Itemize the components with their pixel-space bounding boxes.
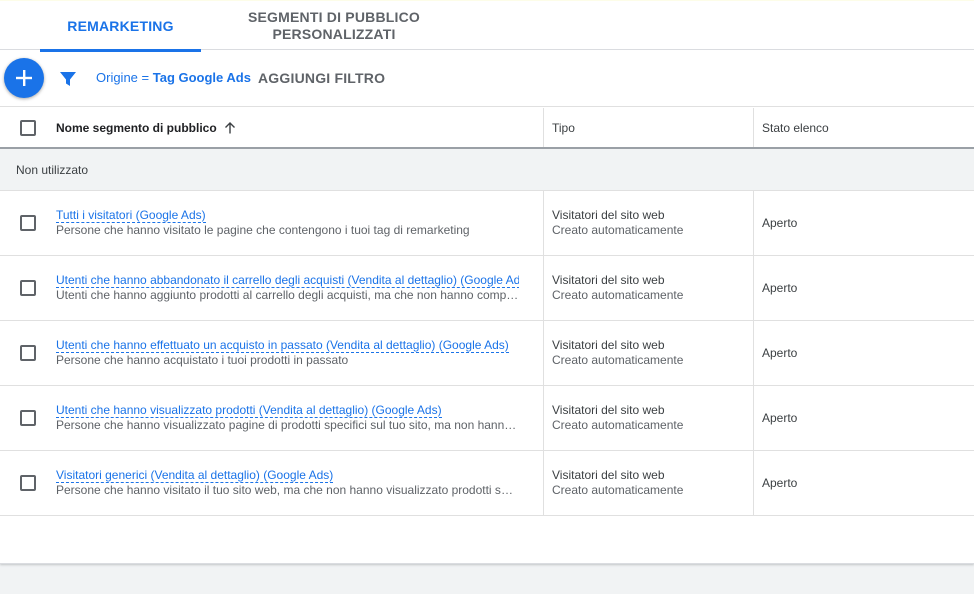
table-row: Tutti i visitatori (Google Ads) Persone … — [0, 191, 974, 256]
segment-name-link[interactable]: Visitatori generici (Vendita al dettagli… — [56, 468, 519, 483]
column-header-state[interactable]: Stato elenco — [762, 108, 829, 147]
column-divider — [543, 386, 544, 451]
segment-name-link[interactable]: Utenti che hanno visualizzato prodotti (… — [56, 403, 519, 418]
column-header-name-label: Nome segmento di pubblico — [56, 120, 217, 135]
column-divider — [543, 451, 544, 516]
column-divider — [543, 108, 544, 147]
plus-icon — [16, 70, 32, 86]
segment-name[interactable]: Visitatori generici (Vendita al dettagli… — [56, 468, 334, 483]
list-state: Aperto — [762, 346, 798, 360]
filter-value: Tag Google Ads — [152, 70, 251, 85]
row-checkbox[interactable] — [20, 345, 36, 361]
add-filter-button[interactable]: AGGIUNGI FILTRO — [258, 70, 385, 86]
arrow-up-icon — [224, 121, 235, 133]
segment-name[interactable]: Utenti che hanno visualizzato prodotti (… — [56, 403, 442, 418]
filter-chip-origin[interactable]: Origine = Tag Google Ads — [96, 70, 251, 85]
column-divider — [543, 256, 544, 321]
row-checkbox[interactable] — [20, 410, 36, 426]
segment-description: Utenti che hanno aggiunto prodotti al ca… — [56, 288, 519, 302]
column-divider — [753, 321, 754, 386]
segment-name[interactable]: Utenti che hanno effettuato un acquisto … — [56, 338, 509, 353]
segment-name-link[interactable]: Utenti che hanno effettuato un acquisto … — [56, 338, 519, 353]
filter-icon[interactable] — [59, 70, 77, 88]
column-divider — [753, 451, 754, 516]
segment-description: Persone che hanno visitato le pagine che… — [56, 223, 470, 237]
list-state: Aperto — [762, 411, 798, 425]
segment-type-sub: Creato automaticamente — [552, 418, 684, 432]
filter-field: Origine = — [96, 70, 153, 85]
list-state: Aperto — [762, 281, 798, 295]
segment-description: Persone che hanno visitato il tuo sito w… — [56, 483, 519, 497]
segment-name[interactable]: Utenti che hanno abbandonato il carrello… — [56, 273, 519, 288]
table-row: Utenti che hanno effettuato un acquisto … — [0, 321, 974, 386]
row-checkbox[interactable] — [20, 475, 36, 491]
segment-type-sub: Creato automaticamente — [552, 483, 684, 497]
row-checkbox[interactable] — [20, 215, 36, 231]
segment-type-sub: Creato automaticamente — [552, 288, 684, 302]
tab-remarketing[interactable]: REMARKETING — [40, 1, 201, 52]
segment-description: Persone che hanno acquistato i tuoi prod… — [56, 353, 349, 367]
list-state: Aperto — [762, 216, 798, 230]
segment-description: Persone che hanno visualizzato pagine di… — [56, 418, 519, 432]
table-row: Visitatori generici (Vendita al dettagli… — [0, 451, 974, 516]
segment-type: Visitatori del sito web — [552, 338, 665, 352]
tab-custom-segments[interactable]: SEGMENTI DI PUBBLICO PERSONALIZZATI — [240, 1, 428, 51]
toolbar: Origine = Tag Google Ads AGGIUNGI FILTRO — [0, 51, 974, 107]
segment-type: Visitatori del sito web — [552, 273, 665, 287]
segment-type-sub: Creato automaticamente — [552, 223, 684, 237]
column-divider — [753, 191, 754, 256]
column-divider — [753, 256, 754, 321]
column-header-type[interactable]: Tipo — [552, 108, 575, 147]
column-divider — [753, 108, 754, 147]
column-divider — [543, 321, 544, 386]
segment-type: Visitatori del sito web — [552, 468, 665, 482]
row-checkbox[interactable] — [20, 280, 36, 296]
select-all-checkbox[interactable] — [20, 120, 36, 136]
segment-type-sub: Creato automaticamente — [552, 353, 684, 367]
segment-type: Visitatori del sito web — [552, 208, 665, 222]
list-state: Aperto — [762, 476, 798, 490]
segment-name[interactable]: Tutti i visitatori (Google Ads) — [56, 208, 206, 223]
segment-type: Visitatori del sito web — [552, 403, 665, 417]
group-row-unused: Non utilizzato — [0, 149, 974, 191]
tab-remarketing-label: REMARKETING — [67, 18, 174, 34]
audience-manager-card: REMARKETING SEGMENTI DI PUBBLICO PERSONA… — [0, 0, 974, 564]
table-row: Utenti che hanno abbandonato il carrello… — [0, 256, 974, 321]
table-row: Utenti che hanno visualizzato prodotti (… — [0, 386, 974, 451]
tab-custom-segments-label: SEGMENTI DI PUBBLICO PERSONALIZZATI — [247, 9, 420, 42]
table-header: Nome segmento di pubblico Tipo Stato ele… — [0, 108, 974, 149]
tab-bar: REMARKETING SEGMENTI DI PUBBLICO PERSONA… — [0, 0, 974, 52]
group-label: Non utilizzato — [16, 163, 89, 177]
segment-name-link[interactable]: Utenti che hanno abbandonato il carrello… — [56, 273, 519, 288]
segment-name-link[interactable]: Tutti i visitatori (Google Ads) — [56, 208, 519, 223]
add-segment-button[interactable] — [4, 58, 44, 98]
column-divider — [753, 386, 754, 451]
column-header-name[interactable]: Nome segmento di pubblico — [56, 108, 237, 147]
column-divider — [543, 191, 544, 256]
